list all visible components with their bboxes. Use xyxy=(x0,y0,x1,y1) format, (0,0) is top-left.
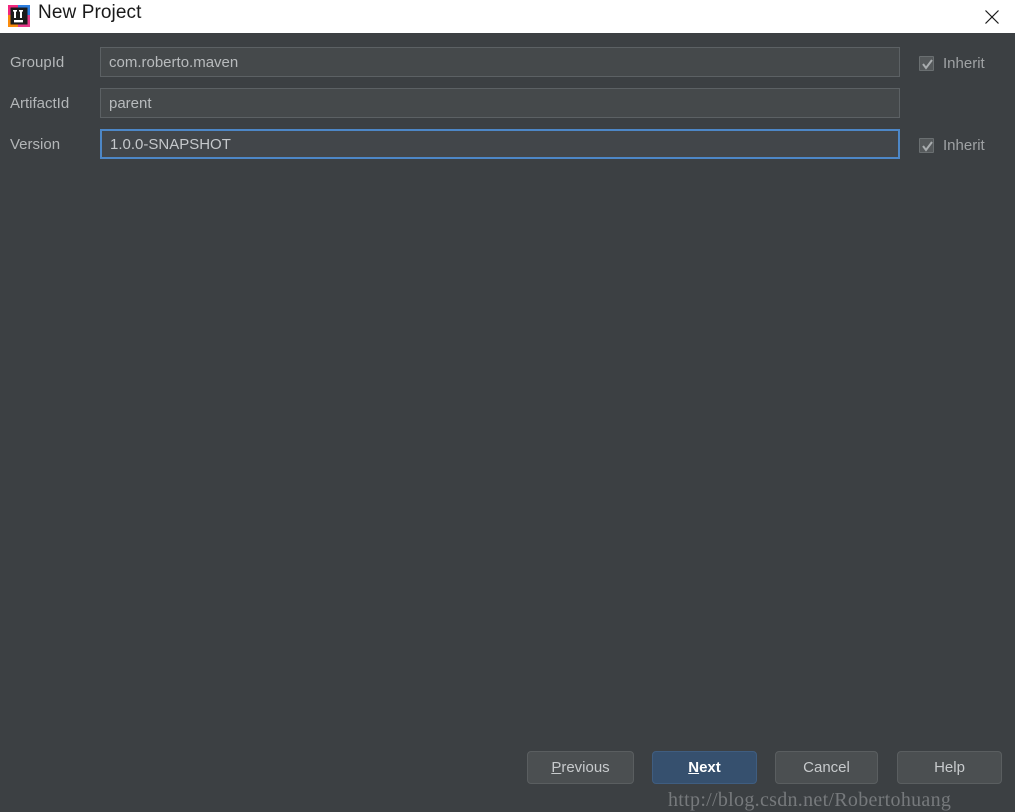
window-titlebar: New Project xyxy=(0,0,1015,33)
next-button-label: ext xyxy=(699,759,721,776)
form-row-version: Version Inherit xyxy=(0,129,1015,161)
help-button[interactable]: Help xyxy=(897,751,1002,784)
window-title: New Project xyxy=(38,2,142,23)
next-button-mnemonic: N xyxy=(688,759,700,776)
dialog-body: GroupId Inherit ArtifactId Version xyxy=(0,33,1015,811)
artifactid-label: ArtifactId xyxy=(10,95,70,112)
form-row-artifactid: ArtifactId xyxy=(0,88,1015,120)
version-inherit-label: Inherit xyxy=(943,136,985,154)
groupid-inherit-label: Inherit xyxy=(943,54,985,72)
groupid-inherit-checkbox-group[interactable]: Inherit xyxy=(919,47,985,79)
cancel-button-label: Cancel xyxy=(803,759,850,776)
groupid-input[interactable] xyxy=(100,47,900,77)
groupid-label: GroupId xyxy=(10,54,65,71)
form-row-groupid: GroupId Inherit xyxy=(0,47,1015,79)
version-label: Version xyxy=(10,136,61,153)
previous-button[interactable]: Previous xyxy=(527,751,634,784)
previous-button-mnemonic: P xyxy=(551,759,562,776)
previous-button-label: revious xyxy=(561,759,610,776)
checkbox-checked-icon[interactable] xyxy=(919,137,934,153)
dialog-button-bar: Previous Next Cancel Help xyxy=(0,751,1015,797)
version-input[interactable] xyxy=(100,129,900,159)
close-icon[interactable] xyxy=(969,0,1015,33)
help-button-label: Help xyxy=(934,759,965,776)
artifactid-input[interactable] xyxy=(100,88,900,118)
version-inherit-checkbox-group[interactable]: Inherit xyxy=(919,129,985,161)
next-button[interactable]: Next xyxy=(652,751,757,784)
intellij-idea-logo-icon xyxy=(7,4,31,28)
cancel-button[interactable]: Cancel xyxy=(775,751,878,784)
checkbox-checked-icon[interactable] xyxy=(919,55,934,71)
